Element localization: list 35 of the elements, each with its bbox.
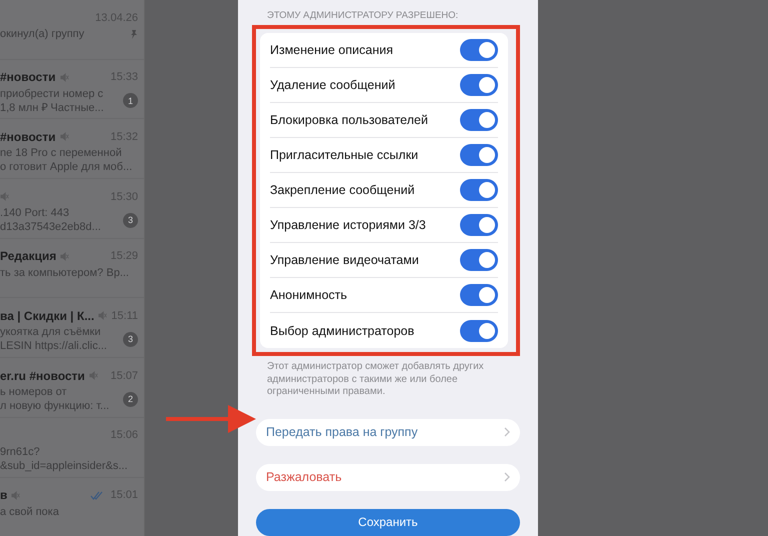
toggle-switch[interactable] (460, 249, 498, 271)
unread-badge: 2 (123, 392, 138, 407)
toggle-switch[interactable] (460, 320, 498, 342)
permission-label: Удаление сообщений (270, 78, 396, 92)
toggle-switch[interactable] (460, 144, 498, 166)
chat-title: Редакция (0, 249, 56, 264)
unread-badge: 1 (123, 93, 138, 108)
unread-badge: 3 (123, 332, 138, 347)
permission-label: Блокировка пользователей (270, 113, 428, 127)
section-header: ЭТОМУ АДМИНИСТРАТОРУ РАЗРЕШЕНО: (266, 10, 460, 21)
permission-label: Выбор администраторов (270, 324, 414, 338)
chevron-icon (504, 472, 510, 482)
chat-title: ва | Скидки | К... (0, 308, 94, 323)
toggle-switch[interactable] (460, 74, 498, 96)
toggle-switch[interactable] (460, 284, 498, 306)
footnote: Этот администратор сможет добавлять других администраторов с такими же или более ограниченными правами. (267, 361, 485, 398)
chat-title: #новости (0, 70, 56, 84)
chevron-icon (504, 427, 510, 438)
chat-title: в (0, 488, 8, 502)
transfer-button[interactable]: Передать права на группу (256, 418, 520, 446)
toggle-switch[interactable] (460, 109, 498, 131)
chat-title: #новости (0, 130, 56, 144)
toggle-switch[interactable] (460, 214, 498, 236)
permission-label: Закрепление сообщений (270, 183, 415, 197)
toggle-switch[interactable] (460, 39, 498, 61)
permission-label: Управление видеочатами (270, 253, 419, 267)
toggle-switch[interactable] (460, 179, 498, 201)
permission-label: Изменение описания (270, 43, 393, 57)
unread-badge: 3 (123, 212, 138, 228)
demote-button[interactable]: Разжаловать (256, 464, 520, 491)
permission-label: Управление историями 3/3 (270, 218, 426, 232)
permission-label: Пригласительные ссылки (270, 148, 418, 162)
chat-title: er.ru #новости (0, 368, 85, 383)
permission-label: Анонимность (270, 288, 348, 302)
save-button[interactable]: Сохранить (256, 508, 520, 536)
